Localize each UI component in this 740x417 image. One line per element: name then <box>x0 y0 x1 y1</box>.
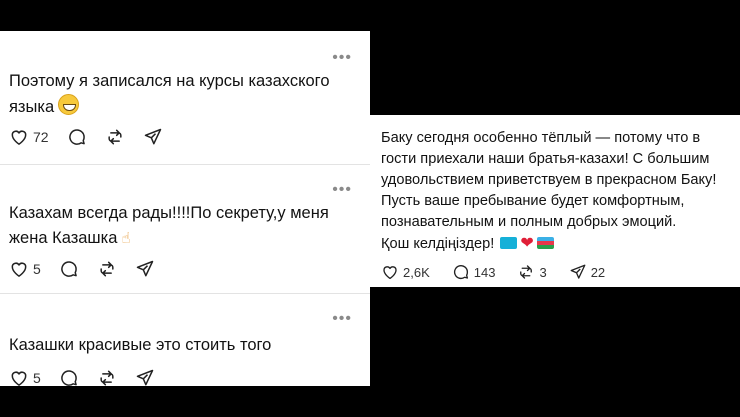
like-count: 2,6K <box>403 264 430 280</box>
comment-icon <box>60 370 77 386</box>
like-count: 5 <box>33 370 41 386</box>
post-text: Баку сегодня особенно тёплый — потому чт… <box>381 128 733 233</box>
post-text: Поэтому я записался на курсы казахского … <box>9 69 354 120</box>
reply-post: ••• Казашки красивые это стоить того 5 <box>0 294 370 389</box>
share-icon <box>570 264 586 279</box>
repost-button[interactable] <box>105 127 125 147</box>
share-icon <box>144 128 161 145</box>
repost-icon <box>107 129 122 145</box>
like-button[interactable]: 5 <box>9 368 41 388</box>
repost-icon <box>100 370 114 386</box>
share-icon <box>136 260 154 277</box>
post-text-body: Поэтому я записался на курсы казахского … <box>9 72 330 116</box>
pointing-up-emoji-icon: ☝ <box>121 230 131 247</box>
right-screenshot-panel: Баку сегодня особенно тёплый — потому чт… <box>370 115 740 287</box>
repost-button[interactable] <box>97 368 117 388</box>
like-count: 5 <box>33 261 41 277</box>
post-text: Казашки красивые это стоить того <box>9 336 272 354</box>
left-screenshot-panel: ••• Поэтому я записался на курсы казахск… <box>0 31 370 386</box>
share-button[interactable] <box>135 259 155 279</box>
like-button[interactable]: 5 <box>9 259 41 279</box>
more-icon[interactable]: ••• <box>332 182 352 198</box>
like-count: 72 <box>33 129 49 145</box>
share-button[interactable]: 22 <box>569 263 605 281</box>
repost-count: 3 <box>539 264 547 280</box>
azerbaijan-flag-icon <box>536 237 554 249</box>
grinning-face-emoji-icon <box>58 94 80 115</box>
post-closing-line: Қош келдіңіздер! ❤ <box>381 233 733 255</box>
comment-button[interactable] <box>59 259 79 279</box>
kazakhstan-flag-icon <box>500 237 518 249</box>
post-text: Казахам всегда рады!!!!По секрету,у меня… <box>9 201 354 251</box>
heart-icon <box>383 266 397 280</box>
post-actions: 5 <box>9 367 173 389</box>
share-button[interactable] <box>135 368 155 388</box>
more-icon[interactable]: ••• <box>332 311 352 327</box>
post-actions: 72 <box>9 126 181 148</box>
like-button[interactable]: 72 <box>9 127 49 147</box>
repost-icon <box>100 261 114 277</box>
repost-icon <box>520 265 533 279</box>
comment-icon <box>68 129 85 145</box>
more-icon[interactable]: ••• <box>332 50 352 66</box>
share-count: 22 <box>590 264 606 280</box>
share-icon <box>136 369 154 386</box>
repost-button[interactable] <box>97 259 117 279</box>
post-actions: 5 <box>9 258 173 280</box>
post-text-body: Баку сегодня особенно тёплый — потому чт… <box>381 130 717 230</box>
repost-button[interactable]: 3 <box>517 263 547 281</box>
comment-button[interactable] <box>59 368 79 388</box>
comment-button[interactable]: 143 <box>452 263 496 281</box>
post-actions: 2,6K 143 3 22 <box>381 261 623 283</box>
red-heart-icon: ❤ <box>520 235 534 252</box>
heart-icon <box>11 130 27 145</box>
heart-icon <box>11 262 27 277</box>
share-button[interactable] <box>143 127 163 147</box>
post-text-body: Казахам всегда рады!!!!По секрету,у меня… <box>9 204 329 247</box>
heart-icon <box>11 371 27 386</box>
closing-text: Қош келдіңіздер! <box>381 236 495 252</box>
comment-icon <box>453 264 468 280</box>
comment-icon <box>60 261 77 277</box>
like-button[interactable]: 2,6K <box>381 263 430 281</box>
reply-post: ••• Поэтому я записался на курсы казахск… <box>0 31 370 163</box>
comment-count: 143 <box>473 264 496 280</box>
comment-button[interactable] <box>67 127 87 147</box>
reply-post: ••• Казахам всегда рады!!!!По секрету,у … <box>0 165 370 293</box>
